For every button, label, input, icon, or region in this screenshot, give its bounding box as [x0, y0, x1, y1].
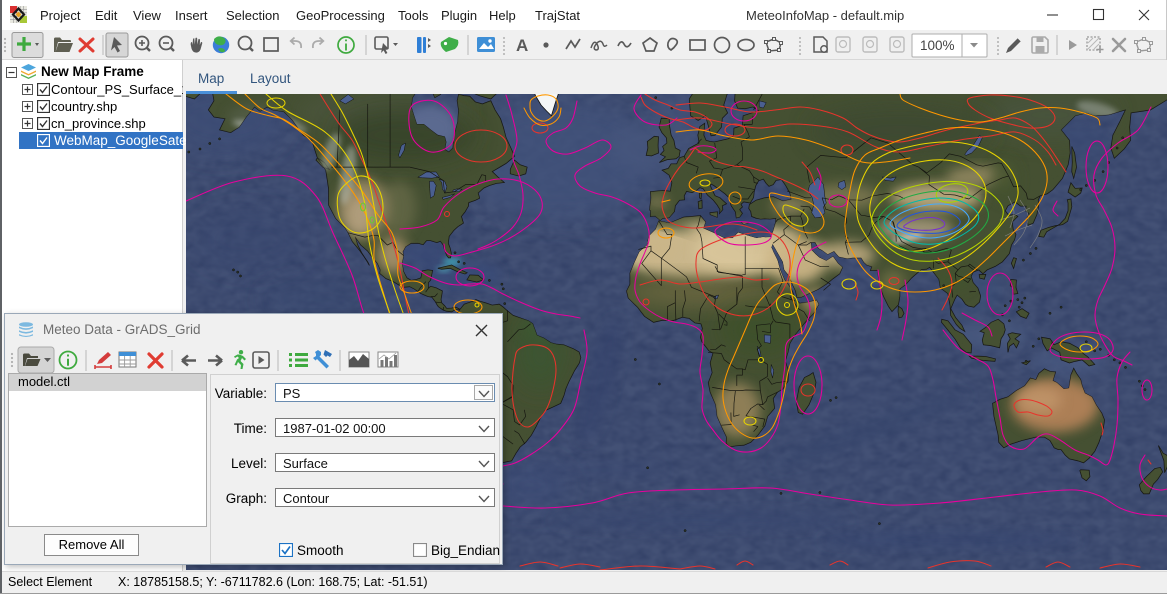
svg-text:A: A: [516, 36, 528, 55]
svg-text:100%: 100%: [920, 38, 955, 53]
